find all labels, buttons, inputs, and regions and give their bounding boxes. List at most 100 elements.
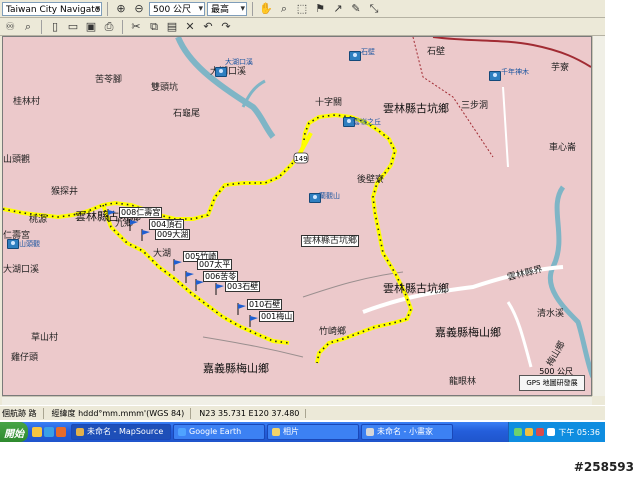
product-select[interactable]: Taiwan City Navigator v7.05 [2,1,102,16]
find-icon[interactable]: ⌕ [20,19,36,35]
route-tool-icon[interactable]: ↗ [330,1,346,17]
taskbar-item-paint[interactable]: 未命名 - 小畫家 [361,424,453,440]
poi-label: 千年神木 [501,68,529,76]
map-label: 龍眼林 [449,377,477,387]
waypoint-flag-icon[interactable] [237,303,247,315]
waypoint-flag-icon[interactable] [185,271,195,283]
map-label: 山頭觀 [3,155,31,165]
zoom-out-icon[interactable]: ⊖ [131,1,147,17]
tray-icon[interactable] [536,428,545,436]
print-icon[interactable]: ⎙ [101,19,117,35]
google-earth-icon [178,428,186,436]
open-folder-icon[interactable]: ▭ [65,19,81,35]
desktop-icon[interactable] [32,427,42,437]
system-tray: 下午 05:36 [508,422,605,442]
cut-icon[interactable]: ✂ [128,19,144,35]
status-bar: 個航跡 路 經緯度 hddd°mm.mmm'(WGS 84) N23 35.73… [0,405,605,420]
camera-poi-icon[interactable] [7,239,19,249]
quick-launch [32,427,66,437]
zoom-select[interactable]: 500 公尺 [149,1,205,16]
map-label: 大湖 [153,249,172,259]
browser-icon[interactable] [44,427,54,437]
toolbar-main: Taiwan City Navigator v7.05 ⊕ ⊖ 500 公尺 最… [0,0,605,18]
horizontal-scrollbar[interactable] [2,396,592,405]
map-label: 雞仔頭 [11,353,39,363]
new-file-icon[interactable]: ▯ [47,19,63,35]
copy-icon[interactable]: ⧉ [146,19,162,35]
waypoint-label[interactable]: 010石壁 [247,299,283,310]
river [175,37,276,139]
map-label: 雙頭坑 [151,83,179,93]
paste-icon[interactable]: ▤ [164,19,180,35]
camera-poi-icon[interactable] [489,71,501,81]
waypoint-flag-icon[interactable] [141,229,151,241]
detail-select[interactable]: 最高 [207,1,247,16]
zoom-tool-icon[interactable]: ⌕ [276,1,292,17]
save-icon[interactable]: ▣ [83,19,99,35]
media-icon[interactable] [56,427,66,437]
map-label: 雲林縣古坑鄉 [301,235,360,247]
status-track-info: 個航跡 路 [2,407,44,419]
region-label: 雲林縣古坑鄉 [383,102,449,115]
waypoint-flag-icon[interactable] [107,209,117,221]
camera-poi-icon[interactable] [215,67,227,77]
toolbar-separator [252,1,253,16]
map-label: 車心崙 [549,143,577,153]
undo-icon[interactable]: ↶ [200,19,216,35]
binoculars-icon[interactable]: ♾ [2,19,18,35]
status-coordinate-format: 經緯度 hddd°mm.mmm'(WGS 84) [52,407,192,419]
folder-icon [272,428,280,436]
tray-icon[interactable] [525,428,534,436]
map-label: 大湖口溪 [3,265,40,275]
region-label: 嘉義縣梅山鄉 [435,326,501,339]
waypoint-tool-icon[interactable]: ⚑ [312,1,328,17]
map-canvas[interactable]: 149 苦苓腳 桂林村 雙頭坑 石龜尾 大湖口溪 十字關 石壁 雲林縣古坑鄉 三… [2,36,592,396]
map-label: 後壁寮 [357,175,385,185]
mapsource-icon [76,428,84,436]
waypoint-flag-icon[interactable] [129,219,139,231]
waypoint-label[interactable]: 003石壁 [225,281,261,292]
taskbar-item-google-earth[interactable]: Google Earth [173,424,265,440]
tray-icon[interactable] [514,428,523,436]
waypoint-flag-icon[interactable] [173,259,183,271]
road [502,86,509,168]
map-label: 苦苓腳 [95,75,123,85]
poi-label: 大湖口溪 [225,58,253,66]
windows-taskbar: 開始 未命名 - MapSource Google Earth 相片 未命名 -… [0,422,605,442]
start-button[interactable]: 開始 [0,422,28,442]
waypoint-label[interactable]: 009大湖 [155,229,191,240]
selection-tool-icon[interactable]: ⬚ [294,1,310,17]
river [241,79,266,108]
taskbar-item-label: 未命名 - MapSource [87,427,164,436]
county-boundary [412,37,494,158]
road-shield-149: 149 [293,152,309,164]
waypoint-label[interactable]: 001梅山 [259,311,295,322]
map-label: 竹崎鄉 [319,327,347,337]
clock[interactable]: 下午 05:36 [558,427,600,438]
waypoint-label[interactable]: 008仁壽宮 [119,207,163,218]
taskbar-item-photos[interactable]: 相片 [267,424,359,440]
waypoint-label[interactable]: 007太平 [197,259,233,270]
delete-icon[interactable]: ✕ [182,19,198,35]
map-label: 草山村 [31,333,59,343]
map-label: 桃源 [29,215,48,225]
map-label: 三步洞 [461,101,489,111]
taskbar-item-label: Google Earth [189,427,242,436]
waypoint-flag-icon[interactable] [249,315,259,327]
svg-text:149: 149 [294,155,307,163]
zoom-in-icon[interactable]: ⊕ [113,1,129,17]
paint-icon [366,428,374,436]
waypoint-flag-icon[interactable] [215,283,225,295]
hand-tool-icon[interactable]: ✋ [258,1,274,17]
toolbar-separator [107,1,108,16]
redo-icon[interactable]: ↷ [218,19,234,35]
camera-poi-icon[interactable] [349,51,361,61]
volume-icon[interactable] [547,428,556,436]
track-tool-icon[interactable]: ✎ [348,1,364,17]
vertical-scrollbar[interactable] [592,36,605,396]
map-label: 清水溪 [537,309,565,319]
road [506,301,533,368]
status-coordinates: N23 35.731 E120 37.480 [199,408,307,418]
taskbar-item-mapsource[interactable]: 未命名 - MapSource [71,424,171,440]
measure-tool-icon[interactable]: ⤡ [366,1,382,17]
